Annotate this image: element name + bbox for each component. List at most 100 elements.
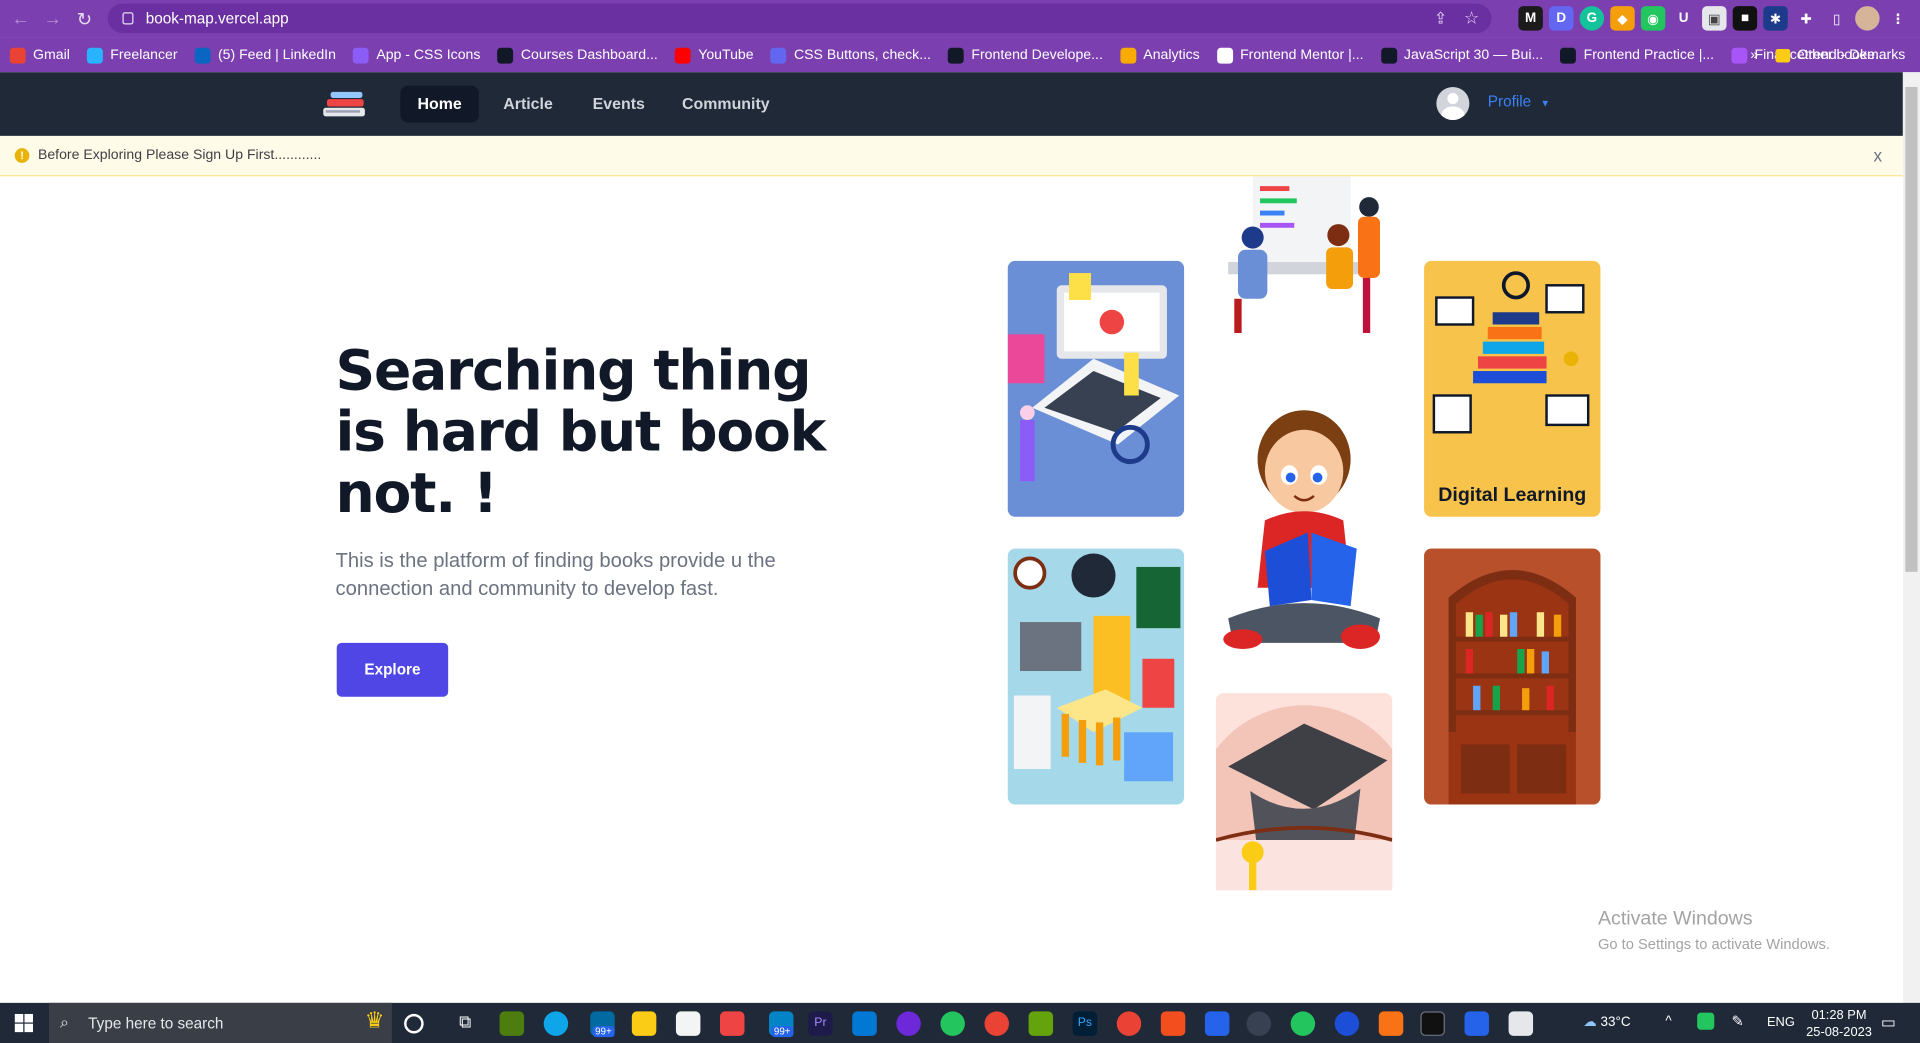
close-icon[interactable]: x (1873, 146, 1882, 166)
puzzle-icon[interactable]: ✚ (1794, 6, 1818, 30)
sidepanel-icon[interactable]: ▯ (1825, 6, 1849, 30)
calendar-icon[interactable]: 99+ (768, 1011, 794, 1038)
spotify-icon[interactable] (940, 1011, 965, 1036)
windows-start-icon[interactable] (14, 1013, 34, 1033)
bookmark-item[interactable]: CSS Buttons, check... (770, 47, 931, 64)
photoshop-icon[interactable]: Ps (1072, 1011, 1098, 1036)
bookmark-item[interactable]: Frontend Practice |... (1560, 47, 1714, 64)
app-icon[interactable] (1508, 1011, 1534, 1036)
bookmark-label: App - CSS Icons (376, 47, 481, 63)
bookmark-favicon-icon (497, 47, 514, 64)
scroll-thumb[interactable] (1905, 86, 1918, 572)
avatar[interactable] (1436, 86, 1470, 121)
whatsapp-icon[interactable] (1290, 1011, 1316, 1036)
bookmark-item[interactable]: YouTube (674, 47, 754, 64)
clock[interactable]: 01:28 PM 25-08-2023 (1806, 1007, 1872, 1041)
page-scrollbar[interactable] (1902, 72, 1920, 1003)
grammarly-icon[interactable]: G (1579, 6, 1605, 31)
bookmark-favicon-icon (86, 47, 103, 64)
office-icon[interactable] (720, 1011, 745, 1036)
bookmark-item[interactable]: Analytics (1120, 47, 1200, 64)
bookmark-label: Freelancer (110, 47, 178, 63)
terminal-icon[interactable] (1420, 1011, 1445, 1036)
teams-icon[interactable] (1334, 1011, 1360, 1036)
profile-dropdown[interactable]: Profile ▼ (1488, 93, 1550, 110)
bookmark-item[interactable]: Freelancer (86, 47, 178, 64)
todo-icon[interactable] (1204, 1011, 1230, 1036)
mail-icon[interactable]: 99+ (590, 1011, 615, 1038)
tray-chevron-icon[interactable]: ^ (1665, 1014, 1671, 1029)
activate-windows-subtitle: Go to Settings to activate Windows. (1597, 935, 1830, 953)
taskbar-search[interactable]: ⌕ Type here to search ♛ (48, 1002, 392, 1043)
extension-icon[interactable]: ◆ (1610, 6, 1635, 31)
chrome-icon[interactable] (984, 1011, 1009, 1036)
hero-title: Searching thing is hard but book not. ! (335, 337, 827, 526)
back-icon[interactable]: ← (5, 3, 37, 35)
bookmark-favicon-icon (1216, 47, 1233, 64)
temperature: 33°C (1600, 1015, 1631, 1030)
activate-windows-title: Activate Windows (1597, 908, 1753, 930)
bookmark-item[interactable]: Frontend Mentor |... (1216, 47, 1363, 64)
bookmark-item[interactable]: Courses Dashboard... (497, 47, 658, 64)
app-icon[interactable] (1464, 1011, 1489, 1036)
more-bookmarks-icon[interactable]: » (1750, 48, 1758, 63)
books-logo-icon[interactable] (321, 88, 368, 120)
screen: ← → ↻ book-map.vercel.app ⇪ ☆ M D G ◆ ◉ … (0, 0, 1920, 1043)
bookmarks-overflow: » Other bookmarks (1750, 38, 1905, 72)
url-text: book-map.vercel.app (145, 9, 289, 27)
extension-icon[interactable]: ▣ (1702, 6, 1727, 31)
weather[interactable]: ☁ 33°C (1583, 1014, 1630, 1030)
reload-icon[interactable]: ↻ (69, 3, 101, 35)
warning-icon: ! (14, 148, 30, 163)
app-icon[interactable] (1378, 1011, 1404, 1036)
browser-toolbar: ← → ↻ book-map.vercel.app ⇪ ☆ M D G ◆ ◉ … (0, 0, 1920, 38)
extension-icon[interactable]: ◉ (1640, 6, 1666, 31)
nav-events[interactable]: Events (576, 86, 662, 123)
share-icon[interactable]: ⇪ (1434, 9, 1447, 29)
nav-home[interactable]: Home (400, 85, 479, 123)
graduation-cap-book-image (1215, 693, 1393, 891)
battery-icon[interactable] (1697, 1012, 1715, 1030)
bookmark-favicon-icon (1560, 47, 1577, 64)
nvidia-icon[interactable] (1028, 1011, 1054, 1036)
extension-icon[interactable]: ✱ (1763, 6, 1788, 31)
alert-text: Before Exploring Please Sign Up First...… (37, 148, 322, 163)
nav-article[interactable]: Article (486, 86, 570, 123)
other-bookmarks[interactable]: Other bookmarks (1797, 48, 1905, 63)
bookmark-item[interactable]: JavaScript 30 — Bui... (1380, 47, 1543, 64)
digital-learning-caption: Digital Learning (1438, 484, 1587, 506)
user-avatar-icon[interactable] (1855, 6, 1880, 31)
obs-icon[interactable] (1246, 1011, 1272, 1036)
address-bar[interactable]: book-map.vercel.app ⇪ ☆ (107, 3, 1492, 34)
star-icon[interactable]: ☆ (1464, 7, 1479, 28)
file-explorer-icon[interactable] (631, 1011, 657, 1036)
menu-dots-icon[interactable]: ⋮ (1886, 6, 1910, 30)
bookmark-item[interactable]: App - CSS Icons (353, 47, 481, 64)
figma-icon[interactable] (1160, 1011, 1186, 1036)
language-indicator[interactable]: ENG (1767, 1015, 1795, 1030)
pen-icon[interactable]: ✎ (1731, 1013, 1743, 1030)
chrome-profile-icon[interactable] (1116, 1011, 1142, 1036)
github-icon[interactable] (896, 1011, 921, 1036)
vscode-icon[interactable] (852, 1011, 877, 1036)
bookmark-item[interactable]: Frontend Develope... (948, 47, 1103, 64)
mail-badge: 99+ (592, 1026, 615, 1038)
forward-icon[interactable]: → (37, 3, 69, 35)
edge-icon[interactable] (543, 1011, 569, 1036)
premiere-icon[interactable]: Pr (808, 1011, 833, 1036)
minecraft-icon[interactable] (499, 1011, 525, 1036)
team-meeting-image (1215, 176, 1393, 334)
explore-button[interactable]: Explore (336, 642, 449, 697)
d-extension-icon[interactable]: D (1548, 6, 1574, 31)
notifications-icon[interactable]: ▭ (1881, 1013, 1896, 1033)
medium-extension-icon[interactable]: M (1518, 6, 1543, 31)
u-extension-icon[interactable]: U (1671, 6, 1696, 31)
extension-icon[interactable]: ■ (1732, 6, 1758, 31)
task-view-icon[interactable]: ⧉ (453, 1011, 477, 1035)
bookmark-item[interactable]: Gmail (9, 47, 70, 64)
search-icon: ⌕ (60, 1012, 69, 1032)
bookmark-item[interactable]: (5) Feed | LinkedIn (194, 47, 336, 64)
nav-community[interactable]: Community (665, 86, 787, 123)
store-icon[interactable] (675, 1011, 701, 1036)
cortana-icon[interactable] (404, 1013, 424, 1034)
